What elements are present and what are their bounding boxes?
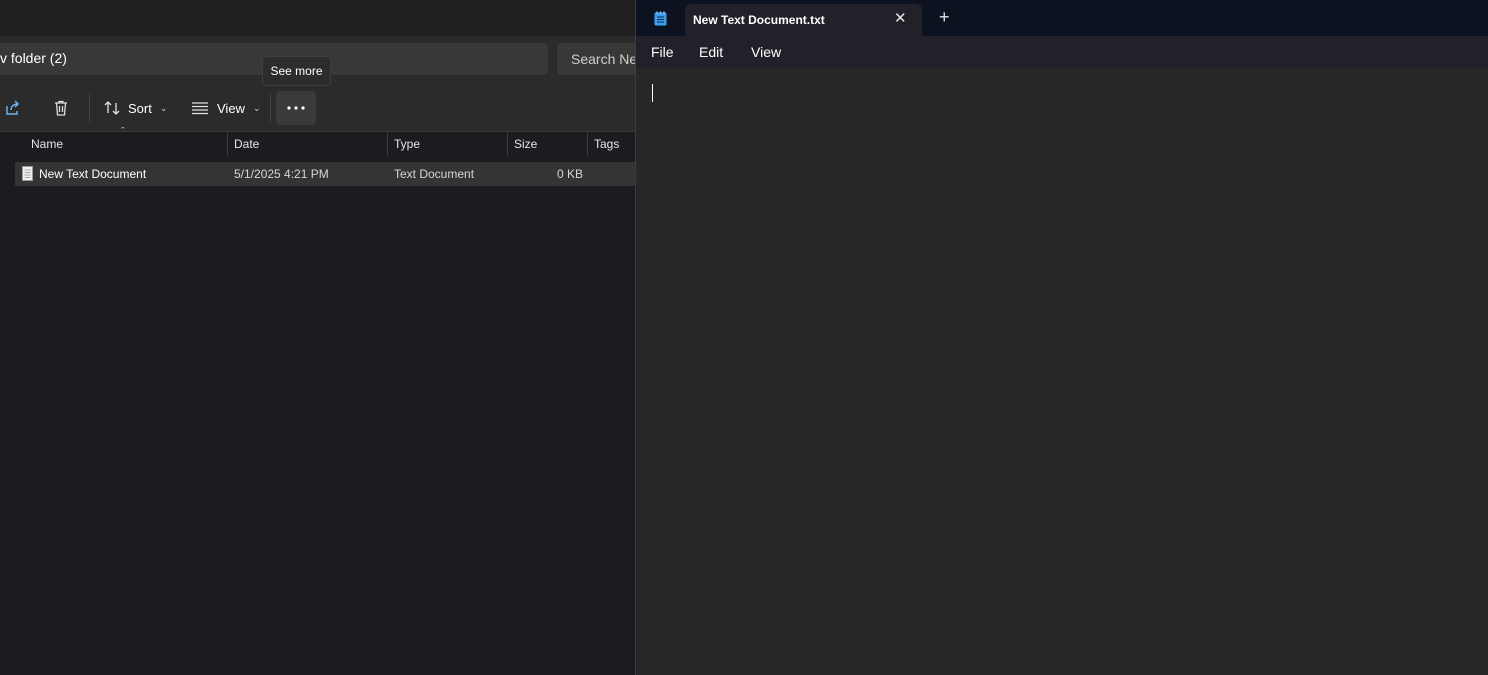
- new-tab-button[interactable]: +: [939, 7, 950, 28]
- notepad-titlebar: New Text Document.txt ✕ +: [636, 0, 1488, 36]
- search-placeholder: Search Ne: [571, 51, 635, 67]
- menu-view[interactable]: View: [751, 44, 781, 60]
- file-type: Text Document: [394, 167, 475, 181]
- chevron-down-icon: ⌄: [159, 102, 168, 113]
- more-horizontal-icon: [287, 106, 305, 110]
- tab-title: New Text Document.txt: [693, 13, 825, 27]
- notepad-window: New Text Document.txt ✕ + File Edit View: [635, 0, 1488, 675]
- view-list-icon: [192, 102, 208, 115]
- sort-icon: [104, 101, 120, 115]
- file-size: 0 KB: [557, 167, 584, 181]
- close-tab-icon[interactable]: ✕: [894, 9, 907, 27]
- delete-button[interactable]: [52, 92, 72, 124]
- view-label: View: [217, 100, 245, 116]
- column-name[interactable]: Name: [25, 132, 227, 156]
- menu-file[interactable]: File: [651, 44, 674, 60]
- column-size[interactable]: Size: [508, 132, 587, 156]
- chevron-down-icon: ⌄: [252, 102, 261, 113]
- menu-bar: File Edit View: [636, 36, 1488, 68]
- column-date[interactable]: Date: [228, 132, 387, 156]
- file-row[interactable]: New Text Document 5/1/2025 4:21 PM Text …: [15, 162, 635, 186]
- see-more-button[interactable]: [276, 91, 316, 125]
- explorer-titlebar: [0, 0, 635, 36]
- column-header: ˆ Name Date Type Size Tags: [0, 126, 635, 156]
- notepad-tab[interactable]: New Text Document.txt ✕: [685, 4, 922, 36]
- file-date: 5/1/2025 4:21 PM: [234, 167, 329, 181]
- file-name: New Text Document: [39, 167, 147, 181]
- address-path: v folder (2): [0, 50, 67, 66]
- sort-button[interactable]: Sort ⌄: [104, 92, 167, 124]
- column-type[interactable]: Type: [388, 132, 507, 156]
- text-caret: [652, 84, 653, 102]
- share-button[interactable]: [4, 92, 28, 124]
- view-button[interactable]: View ⌄: [191, 92, 261, 124]
- trash-icon: [55, 100, 67, 116]
- see-more-tooltip: See more: [262, 56, 331, 86]
- toolbar-separator: [270, 94, 271, 122]
- sort-label: Sort: [128, 100, 152, 116]
- toolbar-separator: [89, 94, 90, 122]
- share-icon: [6, 100, 19, 115]
- menu-edit[interactable]: Edit: [699, 44, 723, 60]
- search-box[interactable]: Search Ne: [557, 43, 635, 75]
- command-bar: Sort ⌄ View ⌄: [0, 84, 635, 132]
- text-file-icon: [22, 166, 33, 181]
- file-explorer-window: v folder (2) Search Ne Sort ⌄ View ⌄ See…: [0, 0, 635, 675]
- notepad-app-icon: [654, 11, 667, 26]
- column-tags[interactable]: Tags: [588, 132, 635, 156]
- text-editor[interactable]: [636, 68, 1488, 675]
